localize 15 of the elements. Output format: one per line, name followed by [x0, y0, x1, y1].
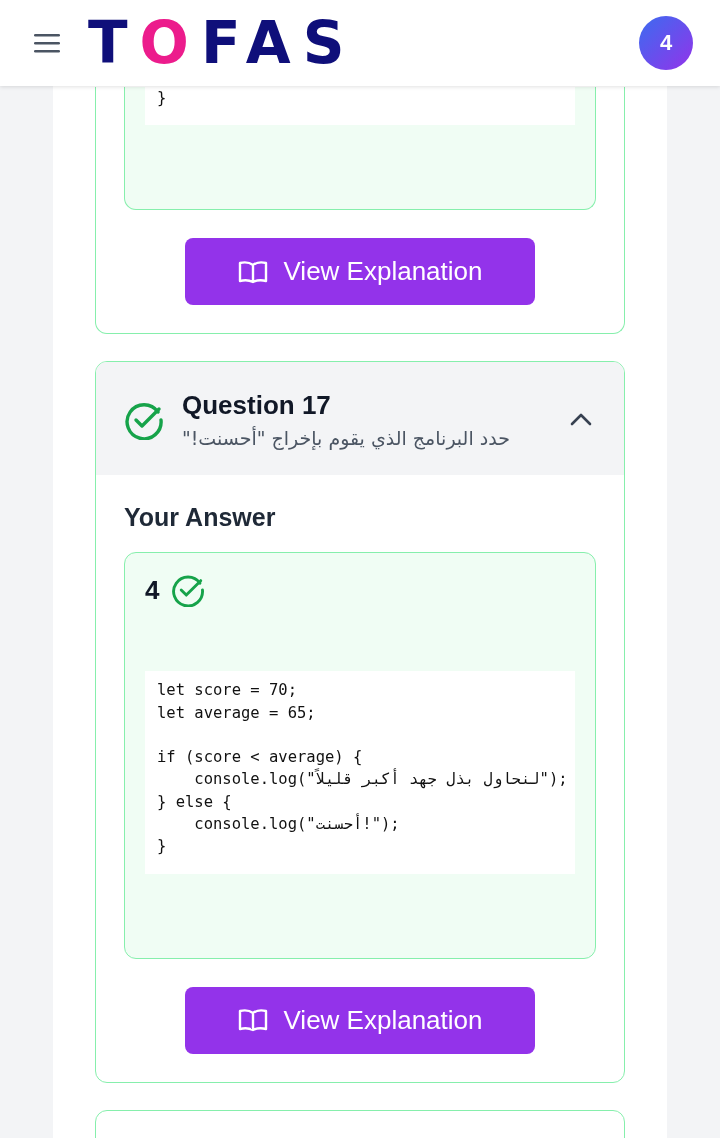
view-explanation-button[interactable]: View Explanation	[185, 986, 535, 1054]
book-icon	[237, 1008, 268, 1033]
answer-label: Your Answer	[124, 503, 277, 533]
book-icon	[237, 259, 268, 284]
menu-icon[interactable]	[34, 33, 60, 53]
chevron-up-icon[interactable]	[570, 413, 592, 427]
avatar[interactable]: 4	[639, 16, 693, 70]
code-block: }	[145, 87, 575, 126]
logo[interactable]: T O FAS	[88, 14, 357, 72]
code-block: let score = 70; let average = 65; if (score < average) { console.log("لنحاول بذل جهد أكبر قليلاً"); } else { console.log("أحسنت!"); }	[145, 671, 575, 874]
question-title: Question 17	[182, 390, 332, 422]
view-explanation-button[interactable]: View Explanation	[185, 238, 535, 306]
question-prompt: حدد البرنامج الذي يقوم بإخراج "أحسنت!"	[182, 427, 511, 450]
check-circle-icon	[171, 573, 206, 608]
option-number: 4	[145, 574, 160, 606]
